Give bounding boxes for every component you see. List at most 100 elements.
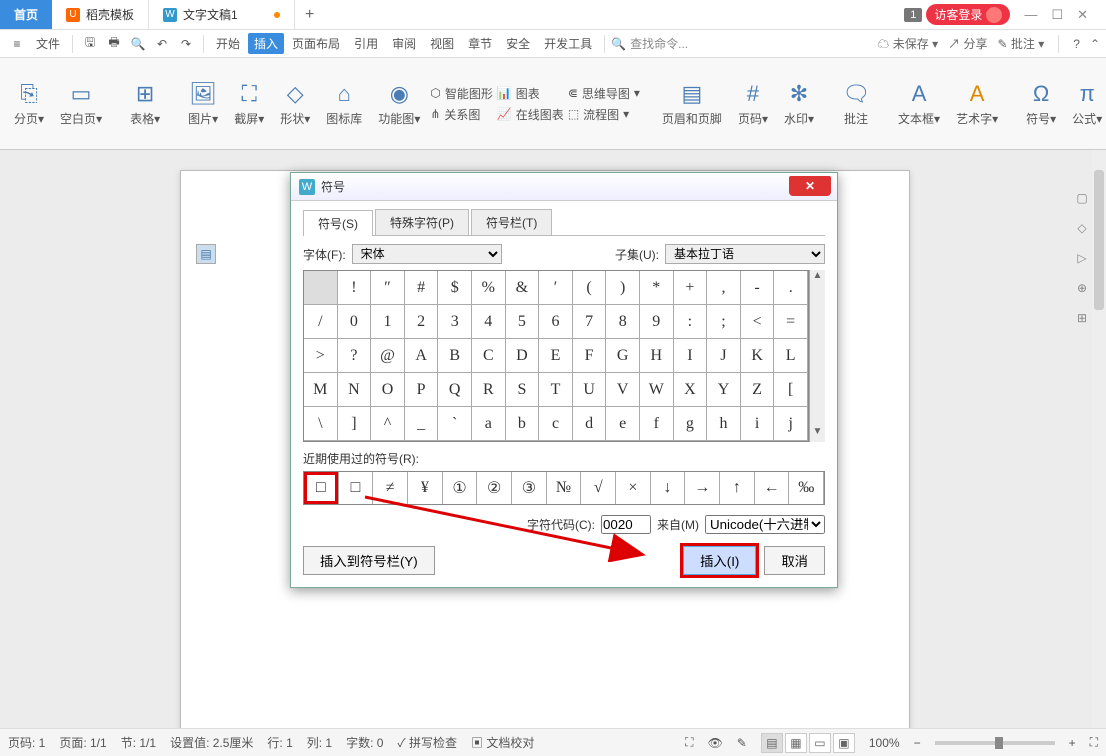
symbol-cell[interactable]: j: [774, 407, 808, 441]
symbol-cell[interactable]: P: [405, 373, 439, 407]
symbol-cell[interactable]: :: [674, 305, 708, 339]
search-command[interactable]: 🔍查找命令...: [611, 35, 688, 52]
zoom-in-icon[interactable]: +: [1069, 736, 1076, 750]
symbol-cell[interactable]: [304, 271, 338, 305]
rb-pagebreak[interactable]: ⎘分页▾: [8, 76, 50, 131]
symbol-cell[interactable]: i: [741, 407, 775, 441]
side-tool-3-icon[interactable]: ▷: [1074, 250, 1090, 266]
nav-panel-icon[interactable]: ▤: [196, 244, 216, 264]
symbol-cell[interactable]: ?: [338, 339, 372, 373]
hamburger-icon[interactable]: ≡: [6, 33, 28, 55]
status-doccheck[interactable]: ▣ 文档校对: [471, 734, 534, 751]
menu-ref[interactable]: 引用: [348, 33, 384, 54]
rb-screenshot[interactable]: ⛶截屏▾: [228, 76, 270, 131]
symbol-cell[interactable]: _: [405, 407, 439, 441]
symbol-cell[interactable]: ″: [371, 271, 405, 305]
fullscreen-icon[interactable]: ⛶: [1090, 735, 1098, 750]
symbol-cell[interactable]: /: [304, 305, 338, 339]
symbol-cell[interactable]: a: [472, 407, 506, 441]
zoom-out-icon[interactable]: −: [914, 736, 921, 750]
menu-file[interactable]: 文件: [30, 33, 66, 54]
scroll-down-icon[interactable]: ▼: [810, 426, 825, 442]
symbol-cell[interactable]: Y: [707, 373, 741, 407]
code-input[interactable]: [601, 515, 651, 534]
symbol-cell[interactable]: D: [506, 339, 540, 373]
from-select[interactable]: Unicode(十六进制): [705, 515, 825, 534]
symbol-cell[interactable]: +: [674, 271, 708, 305]
rb-wordart[interactable]: A艺术字▾: [950, 76, 1004, 131]
symbol-cell[interactable]: ,: [707, 271, 741, 305]
rb-watermark[interactable]: ✻水印▾: [778, 76, 820, 131]
status-spellcheck[interactable]: ✓ 拼写检查: [397, 734, 457, 751]
symbol-cell[interactable]: %: [472, 271, 506, 305]
rb-mindmap[interactable]: ⋐思维导图▾: [568, 85, 640, 102]
share-button[interactable]: ↗ 分享: [948, 35, 987, 52]
dialog-close-button[interactable]: ✕: [789, 176, 831, 196]
symbol-cell[interactable]: 8: [606, 305, 640, 339]
edit-mode-icon[interactable]: ✎: [737, 736, 747, 750]
rb-funcpic[interactable]: ◉功能图▾: [372, 76, 426, 131]
symbol-cell[interactable]: A: [405, 339, 439, 373]
symbol-cell[interactable]: 6: [539, 305, 573, 339]
symbol-cell[interactable]: F: [573, 339, 607, 373]
symbol-cell[interactable]: -: [741, 271, 775, 305]
tab-symbolbar[interactable]: 符号栏(T): [471, 209, 552, 235]
recent-symbol-cell[interactable]: ¥: [408, 472, 443, 504]
status-col[interactable]: 列: 1: [307, 734, 332, 751]
symbol-cell[interactable]: [: [774, 373, 808, 407]
view-web-icon[interactable]: ▭: [809, 733, 831, 753]
symbol-cell[interactable]: 2: [405, 305, 439, 339]
zoom-value[interactable]: 100%: [869, 736, 900, 750]
status-section[interactable]: 节: 1/1: [121, 734, 156, 751]
rb-smart[interactable]: ⬡智能图形: [430, 85, 493, 102]
eye-mode-icon[interactable]: 👁: [708, 736, 723, 750]
vertical-scrollbar[interactable]: [1092, 150, 1106, 728]
insert-to-bar-button[interactable]: 插入到符号栏(Y): [303, 546, 435, 575]
symbol-cell[interactable]: (: [573, 271, 607, 305]
recent-symbol-cell[interactable]: □: [304, 472, 339, 504]
symbol-cell[interactable]: ;: [707, 305, 741, 339]
cancel-button[interactable]: 取消: [764, 546, 825, 575]
symbol-cell[interactable]: L: [774, 339, 808, 373]
symbol-cell[interactable]: $: [438, 271, 472, 305]
collapse-ribbon-icon[interactable]: ⌃: [1090, 37, 1100, 51]
annotate-button[interactable]: ✎ 批注 ▾: [997, 35, 1044, 52]
recent-symbol-cell[interactable]: ←: [755, 472, 790, 504]
menu-insert[interactable]: 插入: [248, 33, 284, 54]
tab-symbols[interactable]: 符号(S): [303, 210, 373, 236]
menu-view[interactable]: 视图: [424, 33, 460, 54]
recent-symbol-cell[interactable]: ×: [616, 472, 651, 504]
tab-document[interactable]: W 文字文稿1: [149, 0, 295, 29]
side-tool-2-icon[interactable]: ◇: [1074, 220, 1090, 236]
rb-formula[interactable]: π公式▾: [1066, 76, 1106, 131]
symbol-cell[interactable]: &: [506, 271, 540, 305]
help-icon[interactable]: ?: [1073, 37, 1080, 51]
symbol-cell[interactable]: H: [640, 339, 674, 373]
symbol-cell[interactable]: >: [304, 339, 338, 373]
rb-onlinechart[interactable]: 📈在线图表: [497, 106, 564, 123]
symbol-cell[interactable]: T: [539, 373, 573, 407]
recent-symbol-cell[interactable]: ↑: [720, 472, 755, 504]
rb-chart[interactable]: 📊图表: [497, 85, 564, 102]
recent-symbol-cell[interactable]: □: [339, 472, 374, 504]
unsaved-indicator[interactable]: ☁ 未保存 ▾: [877, 35, 938, 52]
symbol-cell[interactable]: !: [338, 271, 372, 305]
symbol-cell[interactable]: I: [674, 339, 708, 373]
symbol-cell[interactable]: f: [640, 407, 674, 441]
status-row[interactable]: 行: 1: [267, 734, 292, 751]
rb-blank[interactable]: ▭空白页▾: [54, 76, 108, 131]
menu-start[interactable]: 开始: [210, 33, 246, 54]
rb-shape[interactable]: ◇形状▾: [274, 76, 316, 131]
recent-symbol-cell[interactable]: √: [581, 472, 616, 504]
symbol-cell[interactable]: C: [472, 339, 506, 373]
menu-safe[interactable]: 安全: [500, 33, 536, 54]
symbol-cell[interactable]: b: [506, 407, 540, 441]
symbol-cell[interactable]: c: [539, 407, 573, 441]
recent-symbol-cell[interactable]: ①: [443, 472, 478, 504]
grid-scrollbar[interactable]: ▲ ▼: [809, 270, 825, 442]
recent-symbol-cell[interactable]: ③: [512, 472, 547, 504]
menu-layout[interactable]: 页面布局: [286, 33, 346, 54]
rb-headerfooter[interactable]: ▤页眉和页脚: [656, 76, 728, 131]
symbol-cell[interactable]: 9: [640, 305, 674, 339]
symbol-cell[interactable]: J: [707, 339, 741, 373]
